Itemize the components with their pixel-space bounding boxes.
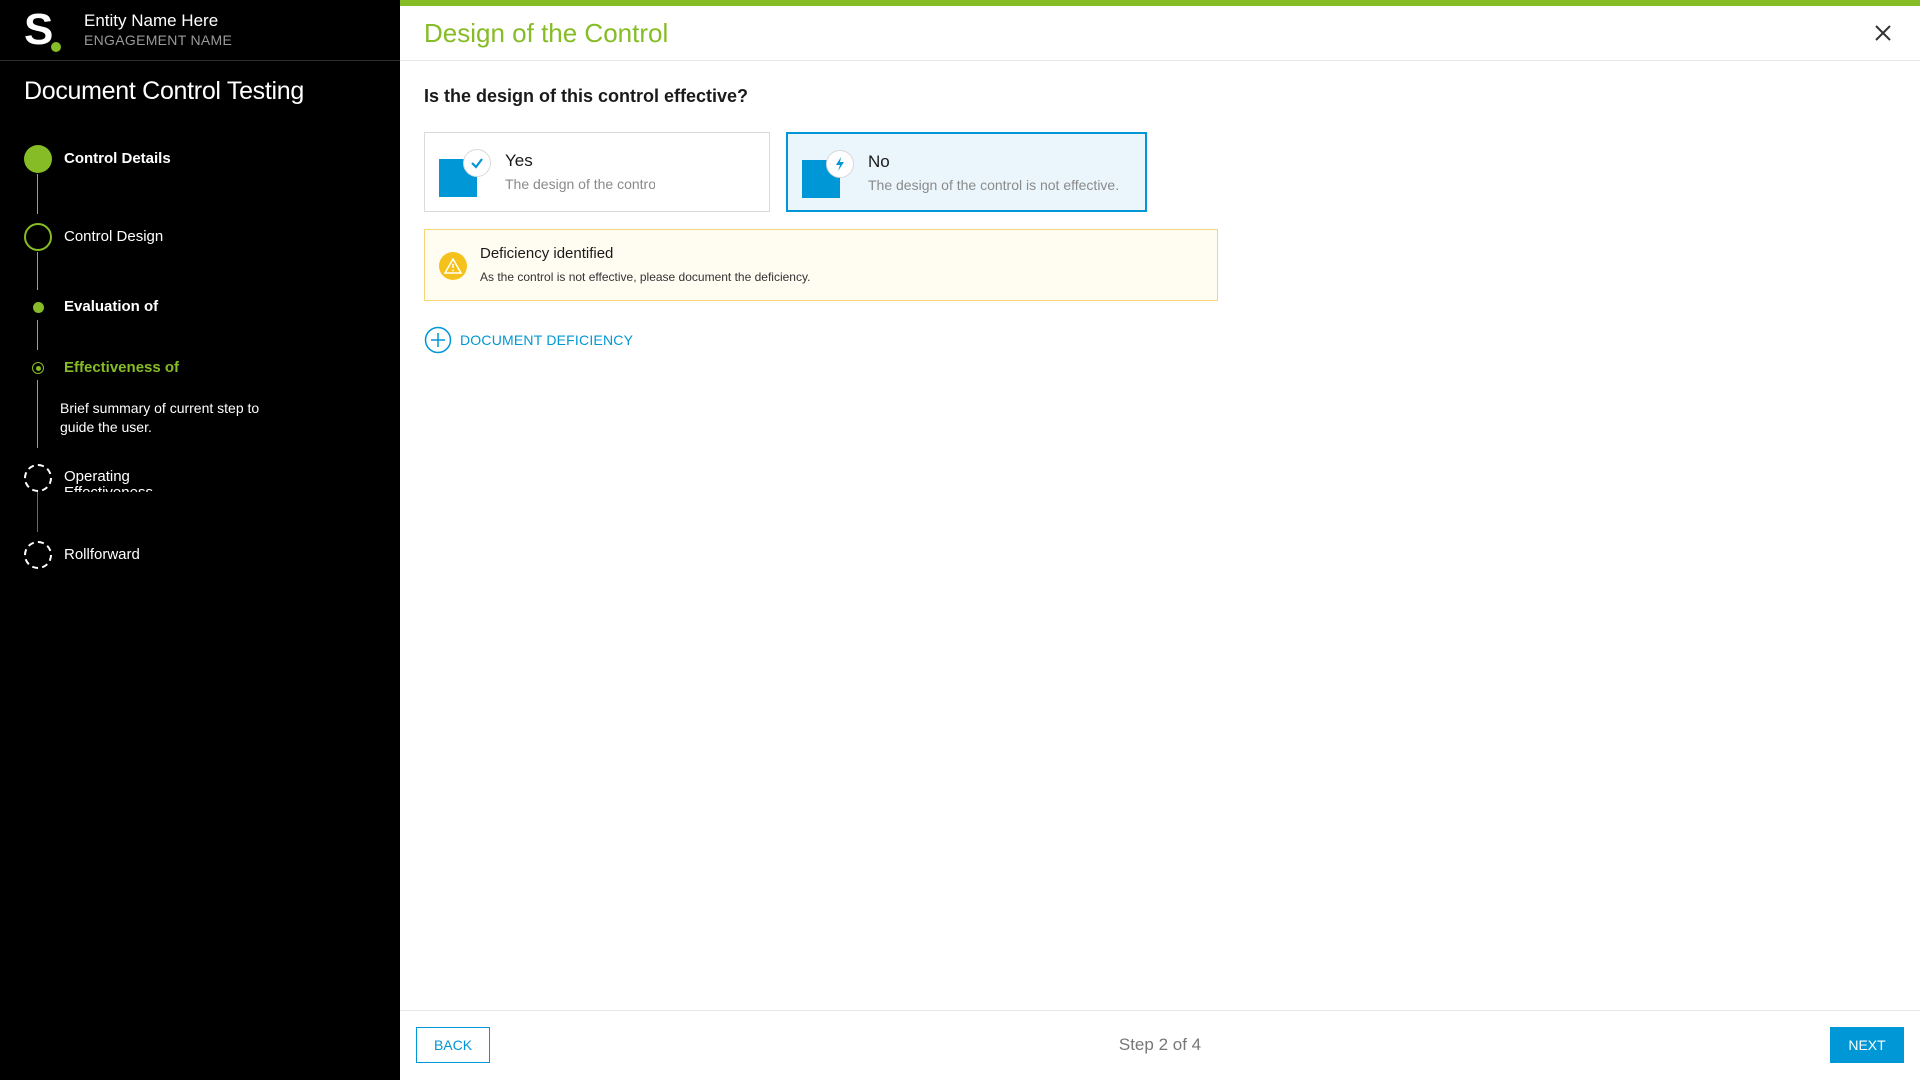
step-label: Control Design (64, 228, 164, 245)
step-counter: Step 2 of 4 (1118, 1035, 1202, 1054)
entity-name: Entity Name Here (84, 11, 219, 30)
step-connector (37, 320, 38, 350)
page-header: Design of the Control (400, 6, 1920, 61)
step-connector (37, 252, 38, 290)
step-label: Control Details (64, 150, 171, 167)
step-pending-icon (24, 541, 52, 569)
step-pending-icon (24, 464, 52, 492)
check-icon (463, 149, 491, 177)
step-label: Rollforward (64, 546, 140, 563)
brand-header: S Entity Name Here ENGAGEMENT NAME (0, 0, 400, 61)
substep-dot-icon (24, 293, 52, 321)
close-button[interactable] (1870, 20, 1896, 46)
engagement-name: ENGAGEMENT NAME (84, 32, 233, 48)
sidebar-step-rollforward[interactable]: Rollforward (24, 541, 140, 569)
next-button[interactable]: NEXT (1830, 1027, 1904, 1063)
close-icon (1875, 25, 1891, 41)
flow-title: Document Control Testing (24, 77, 304, 105)
option-title: Yes (505, 151, 533, 170)
sidebar-step-operating-effectiveness[interactable]: Operating Effectiveness (24, 464, 174, 492)
alert-text: As the control is not effective, please … (480, 270, 811, 284)
add-circle-icon (424, 326, 452, 354)
deficiency-alert: Deficiency identified As the control is … (424, 229, 1218, 301)
option-description: The design of the control is not effecti… (868, 177, 1120, 193)
step-connector (37, 174, 38, 214)
document-deficiency-button[interactable]: DOCUMENT DEFICIENCY (424, 326, 633, 354)
step-connector (37, 490, 38, 532)
document-deficiency-label: DOCUMENT DEFICIENCY (460, 332, 634, 348)
page-title: Design of the Control (424, 17, 669, 48)
step-label: Operating Effectiveness (64, 468, 153, 493)
main-panel: Design of the Control Is the design of t… (400, 0, 1920, 1080)
option-no[interactable]: No The design of the control is not effe… (786, 132, 1147, 212)
lightning-icon (826, 150, 854, 178)
alert-title: Deficiency identified (480, 245, 614, 262)
step-label: Evaluation of (64, 298, 159, 315)
sidebar-substep-effectiveness[interactable]: Effectiveness of (24, 354, 179, 382)
sidebar-step-control-design[interactable]: Control Design (24, 223, 163, 251)
step-active-icon (24, 223, 52, 251)
entity-info: Entity Name Here ENGAGEMENT NAME (84, 11, 232, 49)
warning-icon (439, 252, 467, 280)
step-summary: Brief summary of current step to guide t… (60, 400, 260, 435)
substep-current-icon (24, 354, 52, 382)
sidebar-step-control-details[interactable]: Control Details (24, 145, 171, 173)
step-label: Effectiveness of (64, 359, 180, 376)
footer: BACK Step 2 of 4 NEXT (400, 1010, 1920, 1080)
logo: S (24, 8, 64, 52)
sidebar: S Entity Name Here ENGAGEMENT NAME Docum… (0, 0, 400, 1080)
sidebar-substep-evaluation[interactable]: Evaluation of (24, 293, 158, 321)
option-description: The design of the control is effective. (505, 176, 655, 192)
step-complete-icon (24, 145, 52, 173)
option-yes[interactable]: Yes The design of the control is effecti… (424, 132, 770, 212)
option-title: No (868, 152, 890, 171)
step-connector (37, 380, 38, 448)
question-text: Is the design of this control effective? (424, 86, 749, 106)
